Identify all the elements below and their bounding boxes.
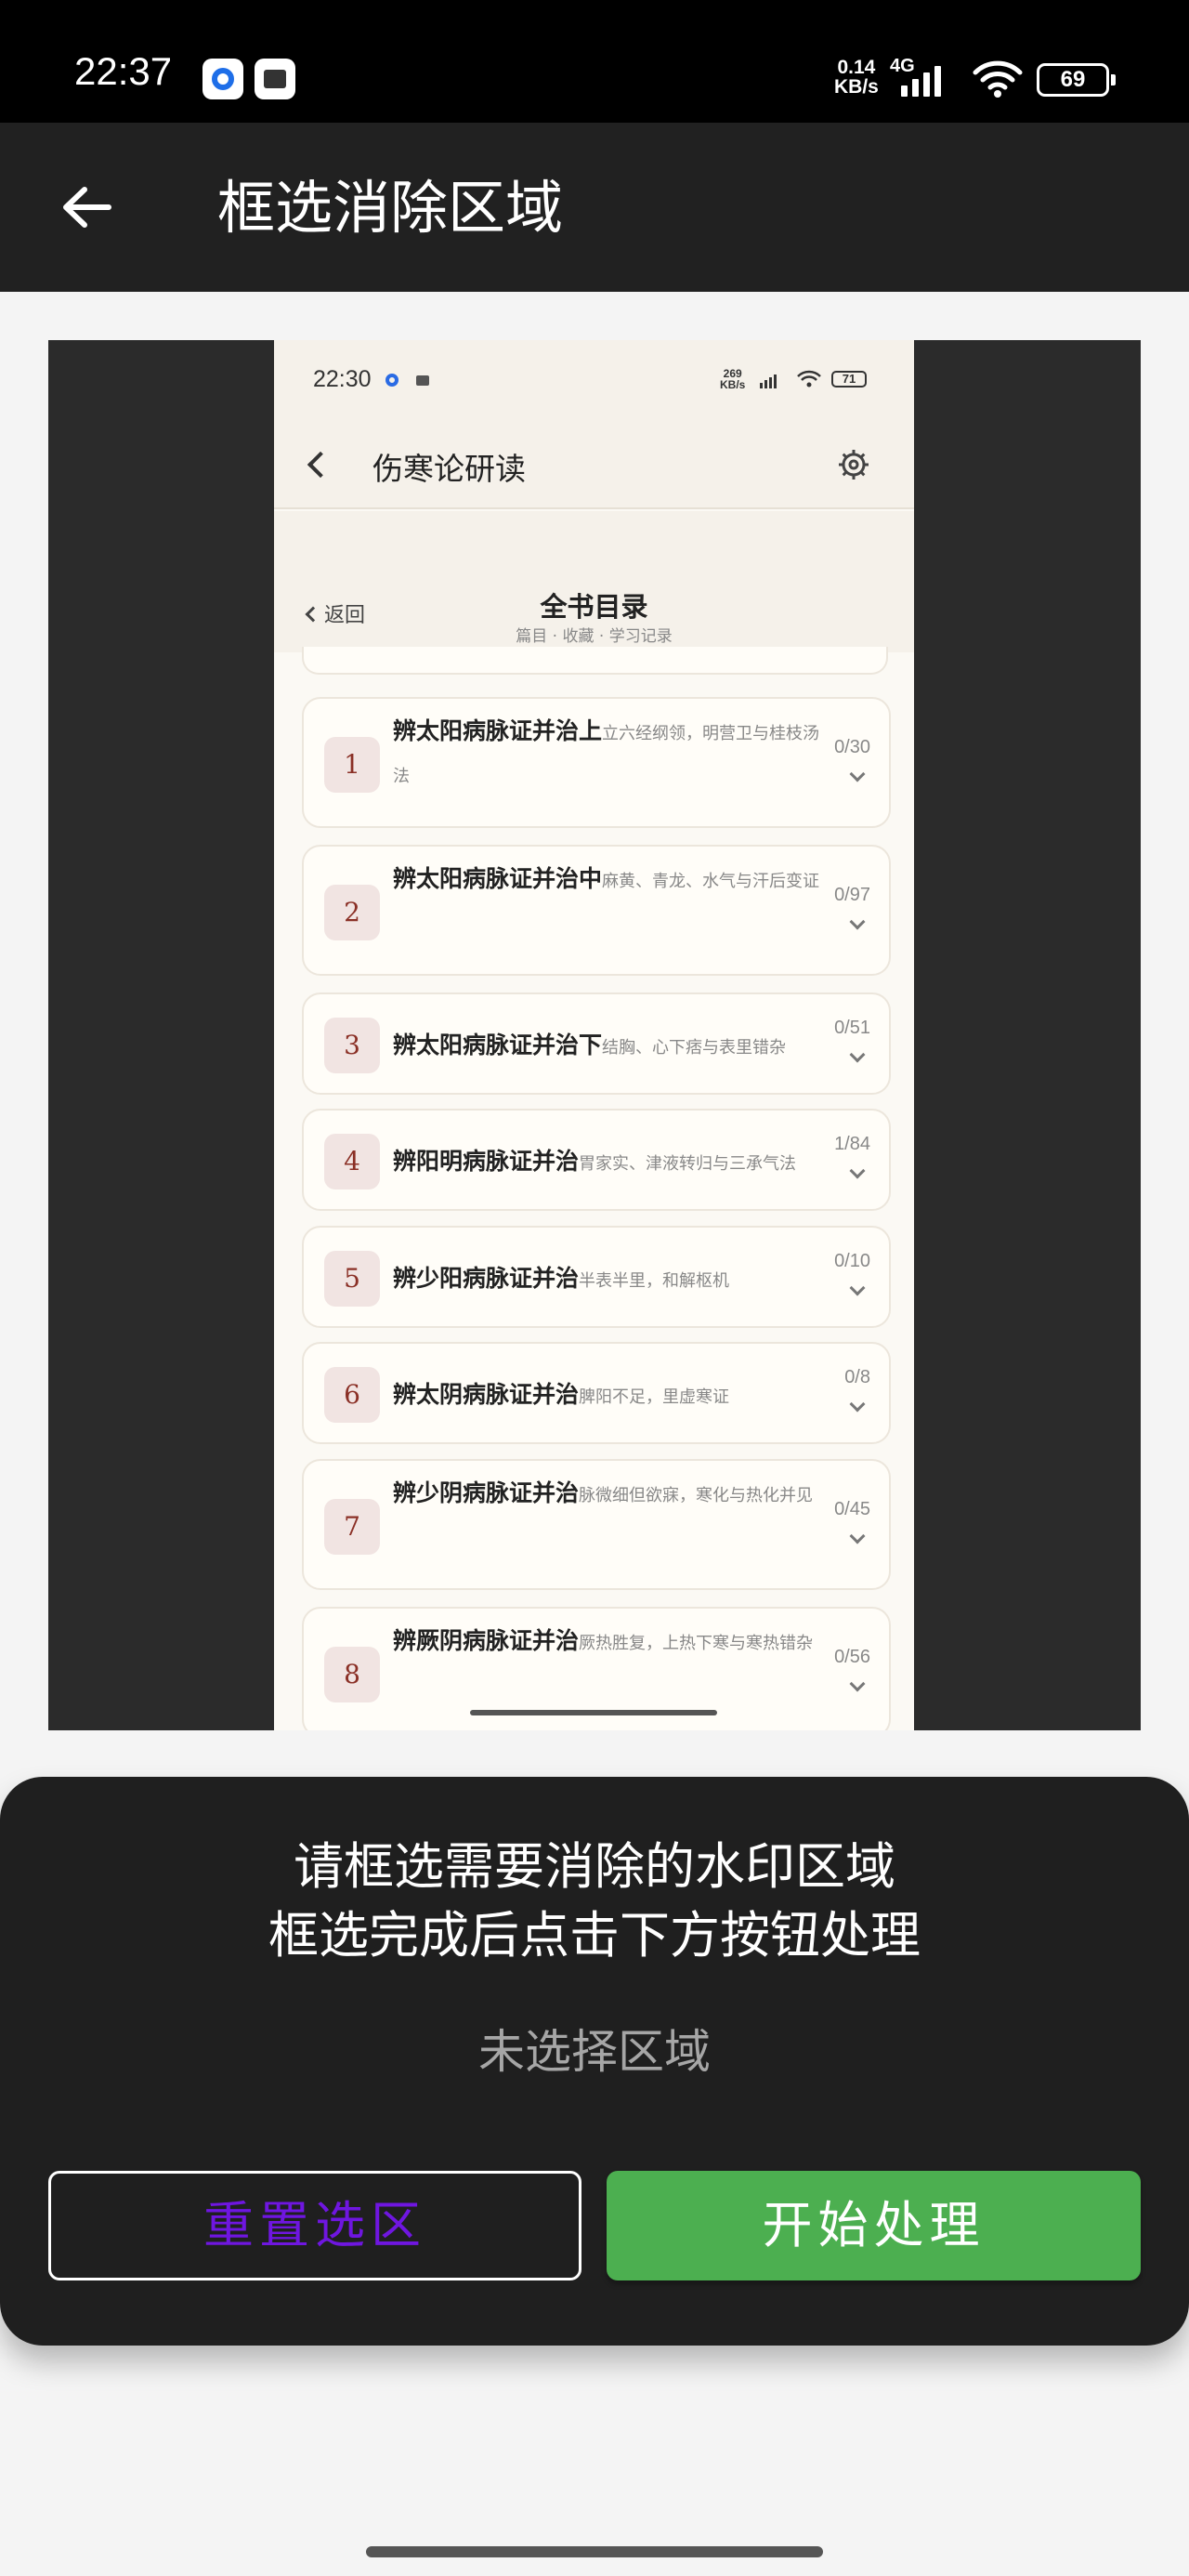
chapter-progress: 0/51: [834, 1018, 870, 1038]
preview-image: 22:30 269 KB/s 71 伤寒论研读 返回 全书目录 篇目 · 收藏 …: [274, 340, 914, 1730]
preview-title: 伤寒论研读: [372, 451, 526, 487]
start-processing-button[interactable]: 开始处理: [607, 2171, 1141, 2280]
chevron-down-icon: [849, 1528, 866, 1544]
chapter-description: 厥热胜复，上热下寒与寒热错杂: [579, 1634, 814, 1653]
network-speed: 0.14 KB/s: [834, 57, 879, 98]
chapter-text: 辨阳明病脉证并治胃家实、津液转归与三承气法: [393, 1140, 820, 1186]
chapter-text: 辨厥阴病脉证并治厥热胜复，上热下寒与寒热错杂: [393, 1620, 820, 1665]
preview-network-speed: 269 KB/s: [720, 367, 746, 391]
chapter-number: 2: [324, 885, 380, 940]
selection-status: 未选择区域: [478, 2025, 711, 2079]
chapter-text: 辨太阳病脉证并治下结胸、心下痞与表里错杂: [393, 1024, 820, 1070]
chapter-title: 辨少阴病脉证并治: [393, 1479, 580, 1506]
preview-gear-icon: [839, 450, 869, 480]
preview-toc-header: 返回 全书目录 篇目 · 收藏 · 学习记录: [274, 511, 914, 652]
chapter-card: 5 辨少阳病脉证并治半表半里，和解枢机 0/10: [302, 1226, 891, 1328]
preview-signal-icon: [760, 372, 777, 388]
home-indicator[interactable]: [366, 2546, 823, 2557]
chapter-description: 结胸、心下痞与表里错杂: [602, 1038, 787, 1058]
chapter-text: 辨少阴病脉证并治脉微细但欲寐，寒化与热化并见: [393, 1472, 820, 1518]
signal-icon: [901, 59, 959, 97]
chevron-down-icon: [849, 913, 866, 930]
chapter-number: 3: [324, 1018, 380, 1073]
chapter-number: 8: [324, 1647, 380, 1702]
chapter-progress: 0/97: [834, 885, 870, 905]
chapter-text: 辨少阳病脉证并治半表半里，和解枢机: [393, 1257, 820, 1303]
chevron-down-icon: [849, 1280, 866, 1296]
chapter-number: 5: [324, 1251, 380, 1307]
selection-canvas[interactable]: 22:30 269 KB/s 71 伤寒论研读 返回 全书目录 篇目 · 收藏 …: [48, 340, 1141, 1730]
status-bar: 22:37 0.14 KB/s 4G 69: [0, 0, 1189, 123]
chapter-progress: 1/84: [834, 1134, 870, 1154]
chapter-progress: 0/10: [834, 1251, 870, 1271]
preview-battery: 71: [831, 371, 867, 388]
chapter-progress: 0/30: [834, 737, 870, 757]
chapter-text: 辨太阳病脉证并治上立六经纲领，明营卫与桂枝汤法: [393, 710, 820, 798]
chapter-number: 6: [324, 1367, 380, 1423]
chapter-text: 辨太阴病脉证并治脾阳不足，里虚寒证: [393, 1373, 820, 1419]
chapter-title: 辨少阳病脉证并治: [393, 1265, 580, 1292]
preview-card-partial: [302, 647, 888, 675]
chapter-description: 胃家实、津液转归与三承气法: [579, 1154, 797, 1174]
chapter-title: 辨太阴病脉证并治: [393, 1381, 580, 1408]
preview-back-icon: [307, 451, 334, 479]
chapter-progress: 0/56: [834, 1647, 870, 1667]
chapter-card: 1 辨太阳病脉证并治上立六经纲领，明营卫与桂枝汤法 0/30: [302, 697, 891, 828]
page-title: 框选消除区域: [217, 174, 564, 242]
chapter-title: 辨太阳病脉证并治上: [393, 717, 603, 744]
chapter-progress: 0/8: [844, 1367, 870, 1387]
preview-toc-subtitle: 篇目 · 收藏 · 学习记录: [516, 627, 673, 646]
chapter-number: 1: [324, 737, 380, 793]
notification-app-icon: [203, 59, 243, 99]
chapter-card: 2 辨太阳病脉证并治中麻黄、青龙、水气与汗后变证 0/97: [302, 845, 891, 976]
reset-selection-button[interactable]: 重置选区: [48, 2171, 581, 2280]
preview-toc-title: 全书目录: [540, 591, 648, 623]
chapter-description: 脾阳不足，里虚寒证: [579, 1387, 730, 1407]
instruction-line-2: 框选完成后点击下方按钮处理: [268, 1906, 921, 1965]
chapter-number: 4: [324, 1134, 380, 1189]
chapter-card: 4 辨阳明病脉证并治胃家实、津液转归与三承气法 1/84: [302, 1109, 891, 1211]
back-button[interactable]: [46, 167, 126, 247]
chevron-down-icon: [849, 1163, 866, 1179]
app-bar: 框选消除区域: [0, 123, 1189, 292]
chapter-card: 3 辨太阳病脉证并治下结胸、心下痞与表里错杂 0/51: [302, 992, 891, 1095]
battery-indicator: 69: [1037, 63, 1116, 97]
chevron-down-icon: [849, 1676, 866, 1692]
preview-header: 伤寒论研读: [274, 424, 914, 509]
action-sheet: 请框选需要消除的水印区域 框选完成后点击下方按钮处理 未选择区域 重置选区 开始…: [0, 1777, 1189, 2346]
preview-home-indicator: [470, 1710, 717, 1715]
chapter-title: 辨太阳病脉证并治下: [393, 1032, 603, 1058]
chevron-down-icon: [849, 766, 866, 782]
chapter-card: 6 辨太阴病脉证并治脾阳不足，里虚寒证 0/8: [302, 1342, 891, 1444]
chapter-description: 脉微细但欲寐，寒化与热化并见: [579, 1486, 814, 1505]
chapter-progress: 0/45: [834, 1499, 870, 1519]
preview-status-time: 22:30: [313, 366, 372, 392]
preview-notification2-icon: [416, 375, 429, 386]
chapter-description: 麻黄、青龙、水气与汗后变证: [602, 872, 820, 891]
notification-app2-icon: [255, 59, 295, 99]
preview-notification-icon: [385, 374, 399, 387]
status-time: 22:37: [74, 49, 173, 93]
instruction-line-1: 请框选需要消除的水印区域: [294, 1837, 895, 1896]
chapter-description: 半表半里，和解枢机: [579, 1271, 730, 1291]
wifi-icon: [973, 60, 1023, 98]
chapter-number: 7: [324, 1499, 380, 1555]
preview-wifi-icon: [797, 370, 821, 388]
chevron-down-icon: [849, 1046, 866, 1063]
chapter-title: 辨厥阴病脉证并治: [393, 1627, 580, 1654]
chapter-text: 辨太阳病脉证并治中麻黄、青龙、水气与汗后变证: [393, 858, 820, 903]
chapter-title: 辨阳明病脉证并治: [393, 1148, 580, 1175]
chapter-card: 7 辨少阴病脉证并治脉微细但欲寐，寒化与热化并见 0/45: [302, 1459, 891, 1590]
chevron-down-icon: [849, 1396, 866, 1413]
arrow-left-icon: [63, 187, 111, 228]
chapter-title: 辨太阳病脉证并治中: [393, 865, 603, 892]
preview-status-bar: 22:30 269 KB/s 71: [274, 340, 914, 424]
